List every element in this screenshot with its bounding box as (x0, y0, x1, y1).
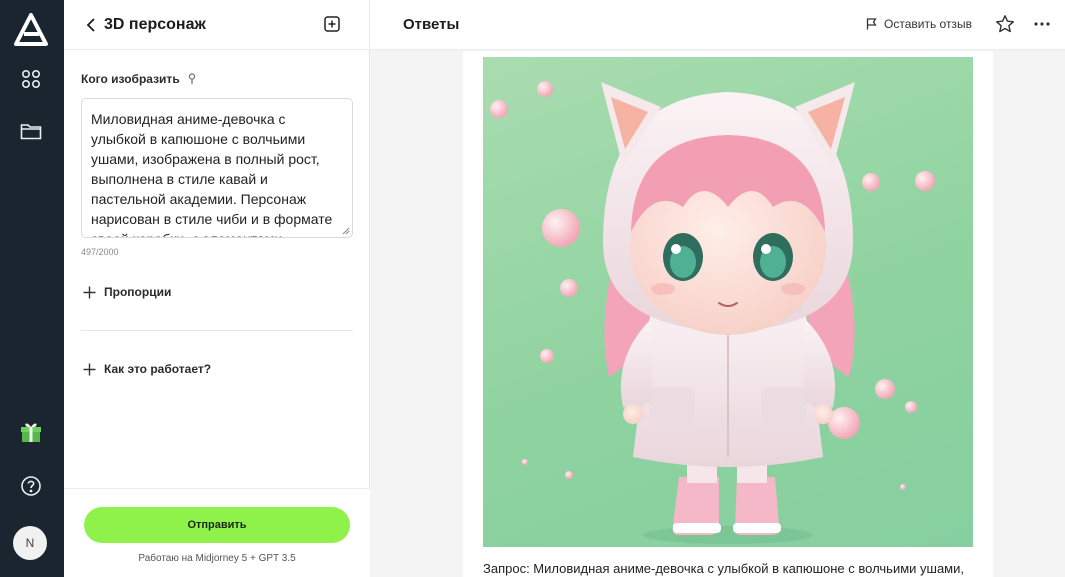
logo-icon[interactable] (13, 12, 49, 48)
feedback-button[interactable]: Оставить отзыв (866, 17, 972, 31)
request-caption: Запрос: Миловидная аниме-девочка с улыбк… (483, 561, 964, 576)
chevron-left-icon (86, 18, 95, 32)
user-avatar[interactable]: N (13, 526, 47, 560)
star-icon (996, 15, 1014, 33)
back-button[interactable]: 3D персонаж (86, 13, 206, 37)
feedback-label: Оставить отзыв (884, 17, 972, 31)
apps-grid-icon[interactable] (18, 66, 44, 92)
panel-title: 3D персонаж (104, 16, 206, 33)
powered-by-text: Работаю на Midjorney 5 + GPT 3.5 (138, 553, 296, 564)
favorite-button[interactable] (995, 14, 1015, 34)
more-options-button[interactable] (1032, 15, 1052, 33)
answers-area: Ответы Оставить отзыв Запрос: Миловидная… (370, 0, 1065, 577)
prompt-textarea-wrapper: Миловидная аниме-девочка с улыбкой в кап… (81, 98, 353, 238)
answer-card: Запрос: Миловидная аниме-девочка с улыбк… (463, 51, 993, 577)
hint-pin-icon (188, 73, 195, 84)
chibi-girl-illustration (490, 81, 935, 544)
plus-icon (83, 286, 96, 298)
gift-icon[interactable] (18, 419, 44, 445)
add-square-icon (324, 16, 340, 32)
proportions-expander[interactable]: Пропорции (83, 283, 171, 301)
how-it-works-expander[interactable]: Как это работает? (83, 360, 211, 378)
flag-icon (866, 18, 877, 30)
more-dots-icon (1034, 22, 1050, 26)
char-counter: 497/2000 (81, 247, 119, 257)
panel-footer: Отправить Работаю на Midjorney 5 + GPT 3… (64, 488, 370, 577)
prompt-label-text: Кого изобразить (81, 72, 180, 86)
plus-icon (83, 363, 96, 375)
settings-panel: 3D персонаж Кого изобразить Миловидная а… (64, 0, 370, 577)
prompt-field-label: Кого изобразить (81, 72, 196, 86)
divider (81, 330, 353, 331)
avatar-initial: N (25, 536, 35, 550)
answers-header: Ответы Оставить отзыв (370, 0, 1065, 50)
left-nav-rail: N (0, 0, 64, 577)
help-icon[interactable] (18, 473, 44, 499)
send-button[interactable]: Отправить (84, 507, 350, 543)
proportions-label: Пропорции (104, 285, 172, 299)
generated-image[interactable] (483, 57, 973, 547)
folder-icon[interactable] (18, 118, 44, 144)
prompt-textarea[interactable]: Миловидная аниме-девочка с улыбкой в кап… (82, 99, 352, 237)
new-chat-button[interactable] (323, 15, 341, 33)
panel-header: 3D персонаж (64, 0, 370, 50)
answers-title: Ответы (403, 16, 460, 33)
how-it-works-label: Как это работает? (104, 362, 212, 376)
resize-handle-icon[interactable] (342, 227, 350, 235)
